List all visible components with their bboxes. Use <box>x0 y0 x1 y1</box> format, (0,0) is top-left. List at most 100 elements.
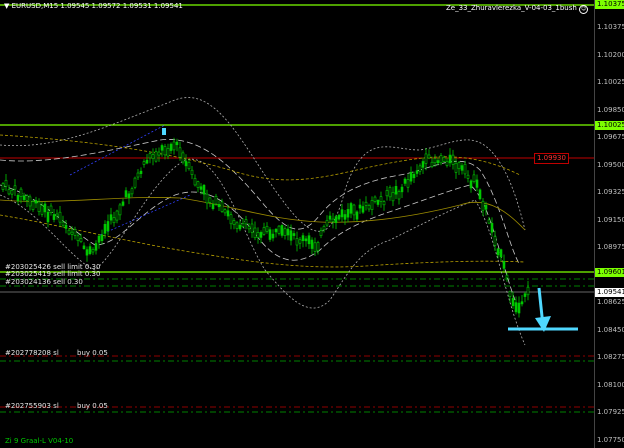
candle-body <box>340 209 344 218</box>
candle-body <box>82 245 86 250</box>
order-buy-1-id: #202778208 sl <box>5 349 59 357</box>
candle-body <box>457 162 461 170</box>
footer-label: Zi 9 Graal-L V04-10 <box>5 437 74 445</box>
candle-body <box>61 221 65 226</box>
candle-body <box>358 204 362 209</box>
candle-body <box>244 219 248 225</box>
candle-body <box>289 230 293 241</box>
price-tick-label: 1.08100 <box>597 380 624 389</box>
candle-body <box>220 201 224 212</box>
candle-body <box>250 223 254 233</box>
candle-body <box>418 165 422 172</box>
candle-body <box>433 158 437 164</box>
candle-body <box>7 189 11 195</box>
candle-body <box>382 201 386 206</box>
candle-body <box>490 223 494 233</box>
candle-body <box>31 201 35 210</box>
candle-body <box>208 197 212 203</box>
price-tick-label: 1.09500 <box>597 160 624 169</box>
red-level-tag[interactable]: 1.09930 <box>534 153 569 164</box>
candle-body <box>76 235 80 241</box>
candle-body <box>352 204 356 216</box>
candle-body <box>397 191 401 200</box>
candle-body <box>127 193 131 198</box>
candle-body <box>313 242 317 252</box>
candle-body <box>316 242 320 252</box>
candle-body <box>232 220 236 225</box>
smiley-icon[interactable]: ☺ <box>579 5 589 14</box>
candle-body <box>73 229 77 236</box>
candle-body <box>448 154 452 164</box>
price-tick-label: 1.09150 <box>597 215 624 224</box>
candle-body <box>196 181 200 188</box>
top-green-flag: 1.10375 <box>595 0 624 9</box>
candle-body <box>472 174 476 182</box>
candle-body <box>469 180 473 189</box>
candle-body <box>118 204 122 216</box>
order-buy-2-tail: buy 0.05 <box>77 402 108 410</box>
candle-body <box>274 228 278 233</box>
order-buy-1[interactable]: #202778208 sl buy 0.05 <box>5 349 108 357</box>
candle-body <box>58 211 62 223</box>
candle-body <box>16 194 20 202</box>
candle-body <box>334 216 338 223</box>
price-tick-label: 1.08975 <box>597 243 624 251</box>
candle-body <box>217 204 221 208</box>
candle-body <box>205 193 209 204</box>
candle-body <box>346 209 350 218</box>
candle-body <box>64 224 68 229</box>
candle-body <box>49 205 53 213</box>
candle-body <box>22 195 26 200</box>
order-buy-2-id: #202755903 sl <box>5 402 59 410</box>
candle-body <box>304 238 308 242</box>
candle-body <box>505 274 509 279</box>
price-tick-label: 1.08625 <box>597 298 624 306</box>
candle-body <box>364 201 368 206</box>
candle-body <box>514 302 518 313</box>
candle-body <box>487 219 491 224</box>
candle-body <box>187 162 191 169</box>
candle-body <box>508 291 512 297</box>
chart-area[interactable]: ▼ EURUSD,M15 1.09545 1.09572 1.09531 1.0… <box>0 0 594 448</box>
candle-body <box>292 233 296 236</box>
order-buy-2[interactable]: #202755903 sl buy 0.05 <box>5 402 108 410</box>
candle-body <box>361 206 365 213</box>
candle-body <box>328 215 332 220</box>
candle-body <box>37 201 41 212</box>
candle-body <box>439 155 443 164</box>
candle-body <box>436 160 440 164</box>
candle-body <box>34 200 38 204</box>
candle-body <box>199 186 203 190</box>
candle-body <box>223 209 227 214</box>
price-tick-label: 1.10375 <box>597 23 624 31</box>
yellow-band-middle <box>0 197 526 231</box>
candle-body <box>184 160 188 167</box>
candle-body <box>337 214 341 220</box>
price-scale[interactable]: 1.10375 1.10200 1.10025 1.09850 1.09675 1.095… <box>594 0 624 448</box>
candle-body <box>241 223 245 227</box>
candle-body <box>145 159 149 164</box>
order-sell-limit-2[interactable]: #203025419 sell limit 0.30 <box>5 270 100 278</box>
candle-body <box>298 239 302 244</box>
candle-body <box>295 238 299 246</box>
candle-body <box>499 249 503 258</box>
candle-body <box>238 224 242 230</box>
candle-body <box>88 246 92 255</box>
candle-body <box>445 161 449 166</box>
candle-body <box>496 248 500 256</box>
candle-body <box>52 214 56 220</box>
candle-body <box>70 231 74 235</box>
candle-body <box>28 196 32 207</box>
candle-body <box>100 234 104 242</box>
candle-body <box>385 190 389 197</box>
candle-body <box>394 186 398 195</box>
blue-trend-line <box>69 124 191 236</box>
candle-body <box>163 146 167 156</box>
candle-body <box>169 143 173 151</box>
candle-body <box>136 172 140 178</box>
candle-body <box>253 227 257 239</box>
candle-body <box>526 286 530 296</box>
symbol-dropdown-icon[interactable]: ▼ <box>4 2 9 10</box>
order-sell[interactable]: #203024136 sell 0.30 <box>5 278 83 286</box>
candle-body <box>10 189 14 195</box>
